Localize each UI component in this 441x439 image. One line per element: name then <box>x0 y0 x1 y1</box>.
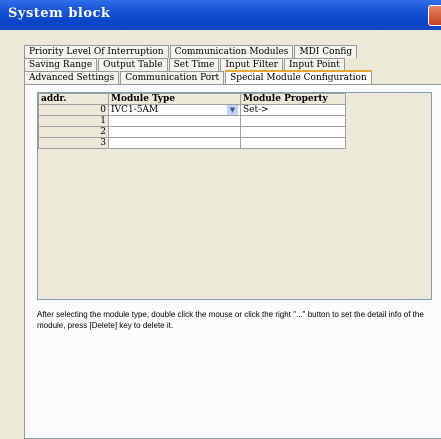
tab-priority-level[interactable]: Priority Level Of Interruption <box>24 45 169 58</box>
module-property-cell[interactable]: Set-> <box>240 104 346 116</box>
table-row[interactable]: 3 <box>38 137 346 149</box>
module-grid-area: addr. Module Type Module Property 0 IVC1… <box>37 92 432 300</box>
tab-communication-port[interactable]: Communication Port <box>120 71 225 84</box>
module-property-cell[interactable] <box>240 137 346 149</box>
module-type-cell[interactable] <box>108 115 241 127</box>
module-type-cell[interactable] <box>108 126 241 138</box>
module-type-cell[interactable]: IVC1-5AM ▼ <box>108 104 241 116</box>
module-type-value: IVC1-5AM <box>111 105 159 115</box>
module-property-cell[interactable] <box>240 126 346 138</box>
table-row[interactable]: 2 <box>38 126 346 138</box>
help-note: After selecting the module type, double … <box>37 310 424 330</box>
tab-set-time[interactable]: Set Time <box>168 58 220 71</box>
title-bar: System block <box>0 0 441 30</box>
module-property-cell[interactable] <box>240 115 346 127</box>
addr-cell: 2 <box>38 126 109 138</box>
module-type-combo[interactable]: IVC1-5AM ▼ <box>111 105 238 115</box>
header-addr: addr. <box>38 93 109 105</box>
tab-advanced-settings[interactable]: Advanced Settings <box>24 71 120 84</box>
addr-cell: 1 <box>38 115 109 127</box>
tab-row-1: Priority Level Of Interruption Communica… <box>24 45 358 58</box>
header-module-type: Module Type <box>108 93 241 105</box>
table-header-row: addr. Module Type Module Property <box>38 93 346 105</box>
header-module-property: Module Property <box>240 93 346 105</box>
window-title: System block <box>8 6 111 21</box>
tab-communication-modules[interactable]: Communication Modules <box>169 45 294 58</box>
table-row[interactable]: 1 <box>38 115 346 127</box>
close-button[interactable] <box>428 5 441 26</box>
tab-output-table[interactable]: Output Table <box>98 58 168 71</box>
module-type-cell[interactable] <box>108 137 241 149</box>
addr-cell: 3 <box>38 137 109 149</box>
table-row[interactable]: 0 IVC1-5AM ▼ Set-> <box>38 104 346 116</box>
addr-cell: 0 <box>38 104 109 116</box>
tab-saving-range[interactable]: Saving Range <box>24 58 98 71</box>
module-table: addr. Module Type Module Property 0 IVC1… <box>38 93 346 149</box>
special-module-panel: addr. Module Type Module Property 0 IVC1… <box>24 84 441 439</box>
tab-row-3: Advanced Settings Communication Port Spe… <box>24 70 373 84</box>
chevron-down-icon[interactable]: ▼ <box>227 105 238 115</box>
tab-special-module-configuration[interactable]: Special Module Configuration <box>225 70 372 84</box>
tab-mdi-config[interactable]: MDI Config <box>294 45 358 58</box>
